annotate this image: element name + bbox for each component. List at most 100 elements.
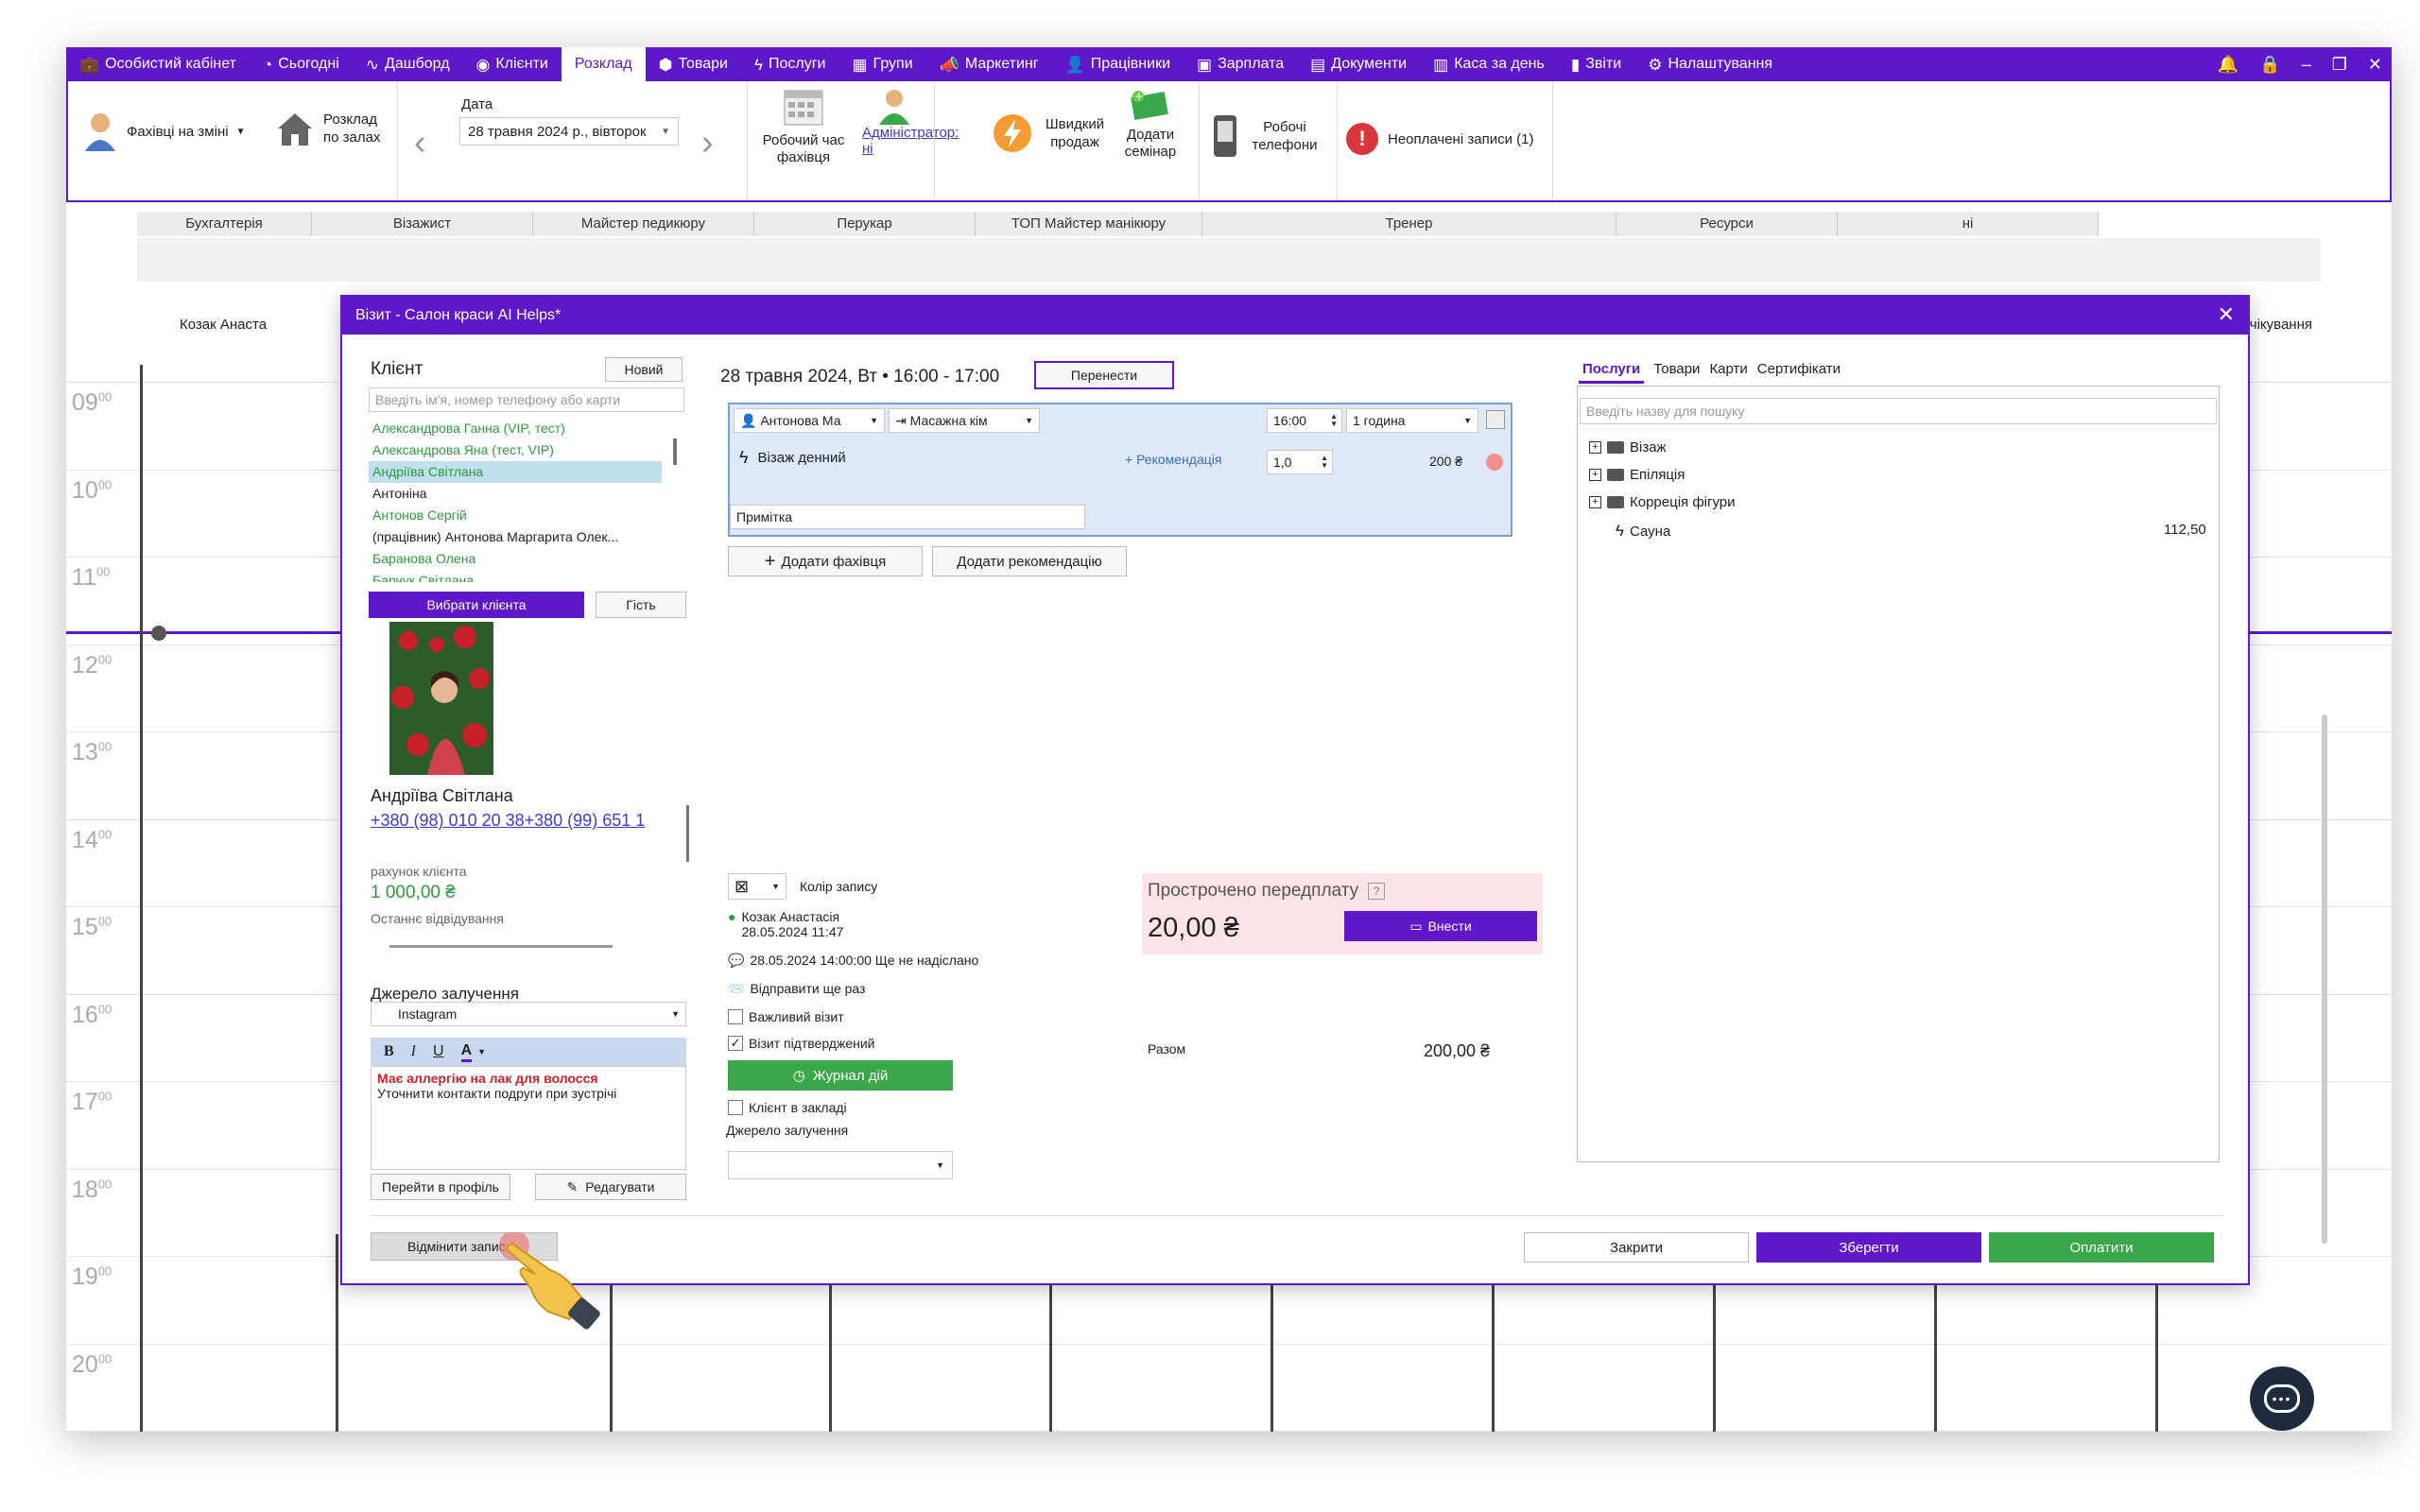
bold-icon[interactable]: B bbox=[384, 1043, 394, 1060]
nav-item-14[interactable]: ⚙ Налаштування bbox=[1634, 47, 1786, 81]
nav-item-4[interactable]: Розклад bbox=[561, 47, 646, 81]
quantity-stepper[interactable]: 1,0 ▲ ▼ bbox=[1267, 450, 1333, 474]
remove-service-icon[interactable] bbox=[1486, 454, 1503, 471]
room-select[interactable]: ⇥ Масажна кім ▼ bbox=[889, 408, 1040, 433]
staff-select[interactable]: 👤 Антонова Ма ▼ bbox=[734, 408, 885, 433]
visit-source-select[interactable]: ▼ bbox=[728, 1151, 953, 1179]
nav-item-1[interactable]: ◔ Сьогодні bbox=[250, 47, 353, 81]
quick-sale-button[interactable]: Швидкий продаж bbox=[993, 113, 1108, 153]
client-list-item[interactable]: Андріїва Світлана bbox=[369, 461, 662, 483]
add-recommendation-button[interactable]: Додати рекомендацію bbox=[932, 546, 1127, 576]
activity-log-button[interactable]: ◷ Журнал дій bbox=[728, 1060, 953, 1091]
close-window-icon[interactable]: ✕ bbox=[2368, 55, 2382, 75]
close-icon[interactable]: ✕ bbox=[2218, 302, 2235, 327]
nav-item-12[interactable]: ▥ Каса за день bbox=[1420, 47, 1558, 81]
add-specialist-button[interactable]: + Додати фахівця bbox=[728, 546, 923, 576]
bell-icon[interactable]: 🔔 bbox=[2218, 55, 2238, 75]
nav-item-label: Звіти bbox=[1585, 56, 1622, 72]
source-select[interactable]: Instagram ▼ bbox=[371, 1002, 686, 1026]
client-list-item[interactable]: Александрова Яна (тест, VIP) bbox=[369, 439, 662, 461]
client-search-input[interactable]: Введіть ім'я, номер телефону або карти bbox=[369, 387, 684, 412]
nav-item-5[interactable]: ⬢ Товари bbox=[646, 47, 741, 81]
schedule-by-rooms-button[interactable]: Розклад по залах bbox=[274, 108, 389, 149]
calendar-scrollbar[interactable] bbox=[2322, 714, 2327, 1244]
duration-select[interactable]: 1 година ▼ bbox=[1346, 408, 1478, 433]
in-salon-checkbox[interactable]: Клієнт в закладі bbox=[728, 1100, 847, 1115]
resend-button[interactable]: 📨 Відправити ще раз bbox=[728, 981, 865, 997]
nav-item-7[interactable]: ▦ Групи bbox=[838, 47, 925, 81]
client-info-scrollbar[interactable] bbox=[686, 805, 689, 862]
minimize-icon[interactable]: – bbox=[2302, 55, 2311, 75]
expand-icon[interactable]: + bbox=[1589, 441, 1601, 454]
admin-link[interactable]: Адміністратор: ні bbox=[862, 125, 959, 157]
deposit-button[interactable]: ▭ Внести bbox=[1344, 911, 1537, 941]
current-time-marker bbox=[151, 626, 166, 641]
open-profile-button[interactable]: Перейти в профіль bbox=[371, 1174, 510, 1200]
service-note-input[interactable]: Примітка bbox=[730, 505, 1085, 529]
nav-item-11[interactable]: ▤ Документи bbox=[1297, 47, 1420, 81]
staff-on-shift-button[interactable]: Фахівці на зміні ▼ bbox=[81, 110, 245, 153]
underline-icon[interactable]: U bbox=[433, 1043, 444, 1060]
next-date-icon[interactable]: › bbox=[701, 123, 714, 163]
catalog-tree-item[interactable]: + Візаж bbox=[1589, 439, 1667, 455]
nav-item-6[interactable]: ϟ Послуги bbox=[741, 47, 839, 81]
client-list-item[interactable]: (працівник) Антонова Маргарита Олек... bbox=[369, 526, 662, 548]
nav-item-10[interactable]: ▣ Зарплата bbox=[1184, 47, 1297, 81]
italic-icon[interactable]: I bbox=[411, 1043, 416, 1060]
important-checkbox[interactable]: Важливий візит bbox=[728, 1009, 844, 1024]
date-picker[interactable]: 28 травня 2024 р., вівторок ▼ bbox=[459, 117, 679, 146]
reschedule-button[interactable]: Перенести bbox=[1034, 361, 1174, 389]
catalog-tab[interactable]: Карти bbox=[1709, 361, 1747, 384]
client-list-item[interactable]: Баранова Олена bbox=[369, 548, 662, 570]
catalog-tab[interactable]: Сертифікати bbox=[1757, 361, 1841, 384]
unpaid-records-button[interactable]: ! Неоплачені записи (1) bbox=[1346, 123, 1533, 155]
confirmed-checkbox[interactable]: ✓ Візит підтверджений bbox=[728, 1036, 875, 1051]
chevron-down-icon[interactable]: ▼ bbox=[477, 1047, 486, 1057]
client-list-item[interactable]: Антонов Сергій bbox=[369, 505, 662, 526]
admin-button[interactable]: Адміністратор: ні bbox=[862, 87, 959, 157]
catalog-tab[interactable]: Товари bbox=[1653, 361, 1700, 384]
expand-icon[interactable]: + bbox=[1589, 469, 1601, 481]
nav-item-0[interactable]: 💼 Особистий кабінет bbox=[66, 47, 250, 81]
client-list-item[interactable]: Александрова Ганна (VIP, тест) bbox=[369, 418, 662, 439]
edit-client-button[interactable]: ✎ Редагувати bbox=[535, 1174, 686, 1200]
client-phones-link[interactable]: +380 (98) 010 20 38+380 (99) 651 1 bbox=[371, 811, 677, 831]
work-phones-button[interactable]: Робочі телефони bbox=[1208, 113, 1318, 159]
catalog-tree-item[interactable]: + Епіляція bbox=[1589, 467, 1685, 483]
catalog-search-input[interactable]: Введіть назву для пошуку bbox=[1580, 398, 2217, 424]
client-note-editor[interactable]: Має аллергію на лак для волосся Уточнити… bbox=[371, 1066, 686, 1170]
client-list-item[interactable]: Антоніна bbox=[369, 483, 662, 505]
client-info-hscroll[interactable] bbox=[389, 945, 613, 948]
restore-icon[interactable]: ❐ bbox=[2332, 55, 2347, 75]
client-list-scrollbar[interactable] bbox=[673, 438, 677, 465]
prev-date-icon[interactable]: ‹ bbox=[414, 123, 426, 163]
client-list-item[interactable]: Барчук Світлана bbox=[369, 570, 662, 582]
nav-item-13[interactable]: ▮ Звіти bbox=[1558, 47, 1634, 81]
catalog-tab[interactable]: Послуги bbox=[1579, 361, 1645, 384]
close-button[interactable]: Закрити bbox=[1524, 1232, 1749, 1263]
catalog-tree-item[interactable]: ϟ Сауна bbox=[1616, 522, 1670, 541]
add-recommendation-link[interactable]: + Рекомендація bbox=[1125, 452, 1221, 467]
start-time-input[interactable]: 16:00 ▲ ▼ bbox=[1267, 408, 1342, 433]
hour-label: 1000 bbox=[72, 476, 112, 504]
guest-button[interactable]: Гість bbox=[596, 592, 686, 618]
pay-button[interactable]: Оплатити bbox=[1989, 1232, 2214, 1263]
help-icon[interactable]: ? bbox=[1368, 883, 1386, 900]
nav-item-8[interactable]: 📣 Маркетинг bbox=[926, 47, 1052, 81]
save-button[interactable]: Зберегти bbox=[1756, 1232, 1981, 1263]
expand-icon[interactable]: + bbox=[1589, 496, 1601, 508]
client-list[interactable]: Александрова Ганна (VIP, тест) Александро… bbox=[369, 418, 662, 582]
select-client-button[interactable]: Вибрати клієнта bbox=[369, 592, 584, 618]
nav-item-9[interactable]: 👤 Працівники bbox=[1052, 47, 1184, 81]
calendar-icon[interactable] bbox=[1486, 410, 1505, 429]
text-color-icon[interactable]: A bbox=[460, 1042, 473, 1062]
nav-item-2[interactable]: ∿ Дашборд bbox=[353, 47, 463, 81]
new-client-button[interactable]: Новий bbox=[605, 357, 683, 382]
color-select[interactable]: ⊠ ▼ bbox=[728, 873, 786, 900]
work-time-button[interactable]: Робочий час фахівця bbox=[756, 87, 851, 166]
nav-item-3[interactable]: ◉ Клієнти bbox=[463, 47, 562, 81]
chat-button[interactable]: ••• bbox=[2250, 1366, 2314, 1431]
lock-icon[interactable]: 🔒 bbox=[2259, 55, 2280, 75]
catalog-tree-item[interactable]: + Корреція фігури bbox=[1589, 494, 1736, 510]
add-seminar-button[interactable]: + Додати семінар bbox=[1117, 87, 1184, 161]
